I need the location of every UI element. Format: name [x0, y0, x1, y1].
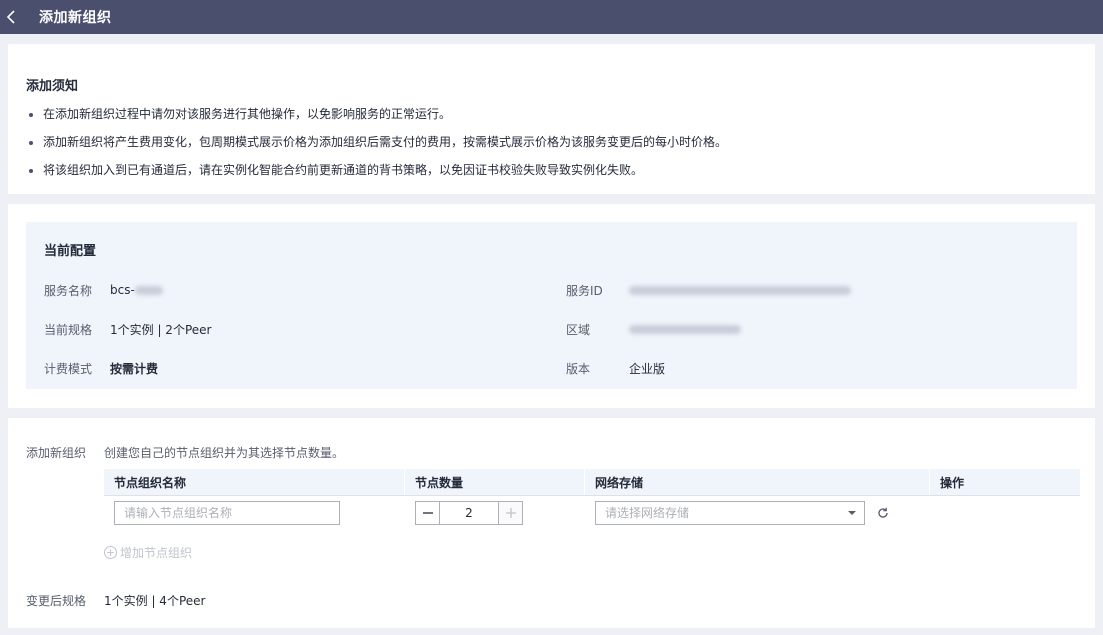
service-id-value-redacted	[629, 285, 851, 295]
refresh-button[interactable]	[876, 506, 890, 520]
region-value-redacted	[629, 324, 741, 334]
plus-circle-icon: +	[104, 546, 117, 559]
col-actions: 操作	[940, 475, 965, 490]
notice-title: 添加须知	[26, 79, 79, 94]
config-panel: 当前配置 服务名称 bcs- 服务ID 当前规格 1个实例 | 2个Peer 区…	[8, 204, 1095, 408]
back-button[interactable]	[0, 0, 22, 34]
service-id-label: 服务ID	[566, 283, 603, 298]
table-row: 2 请选择网络存储	[104, 495, 1080, 529]
after-spec-value: 1个实例 | 4个Peer	[104, 594, 206, 608]
org-name-input[interactable]	[114, 500, 340, 525]
version-value: 企业版	[629, 361, 666, 376]
version-field: 版本 企业版	[566, 360, 665, 377]
notice-item: 在添加新组织过程中请勿对该服务进行其他操作，以免影响服务的正常运行。	[26, 107, 1077, 122]
org-name-cell	[104, 496, 405, 530]
storage-select-placeholder: 请选择网络存储	[605, 506, 690, 520]
storage-cell: 请选择网络存储	[585, 496, 930, 530]
table-header: 节点组织名称 节点数量 网络存储 操作	[104, 469, 1080, 495]
page-title: 添加新组织	[39, 10, 112, 26]
config-row-service: 服务名称 bcs- 服务ID	[44, 282, 1077, 298]
decrement-button[interactable]	[416, 501, 440, 524]
billing-value: 按需计费	[110, 361, 159, 376]
plus-icon	[505, 507, 516, 518]
chevron-down-icon	[848, 510, 856, 515]
col-node-count: 节点数量	[405, 469, 585, 495]
back-icon	[6, 10, 15, 24]
redacted-text	[134, 286, 163, 295]
storage-select[interactable]: 请选择网络存储	[595, 500, 865, 525]
add-org-description: 创建您自己的节点组织并为其选择节点数量。	[104, 446, 345, 460]
refresh-icon	[878, 507, 888, 518]
billing-label: 计费模式	[44, 361, 93, 376]
region-field: 区域	[566, 321, 741, 338]
notice-list: 在添加新组织过程中请勿对该服务进行其他操作，以免影响服务的正常运行。 添加新组织…	[26, 107, 1077, 178]
minus-icon	[422, 511, 433, 514]
actions-cell	[930, 496, 1080, 530]
service-name-value: bcs-	[110, 283, 163, 297]
spec-value: 1个实例 | 2个Peer	[110, 322, 212, 337]
quantity-value[interactable]: 2	[440, 502, 498, 524]
spec-label: 当前规格	[44, 322, 93, 337]
service-name-label: 服务名称	[44, 283, 93, 298]
current-config-box: 当前配置 服务名称 bcs- 服务ID 当前规格 1个实例 | 2个Peer 区…	[26, 222, 1077, 389]
notice-item: 将该组织加入到已有通道后，请在实例化智能合约前更新通道的背书策略，以免因证书校验…	[26, 163, 1077, 178]
node-count-cell: 2	[405, 496, 585, 530]
notice-panel: 添加须知 在添加新组织过程中请勿对该服务进行其他操作，以免影响服务的正常运行。 …	[8, 44, 1095, 194]
col-storage: 网络存储	[585, 469, 930, 495]
config-row-spec: 当前规格 1个实例 | 2个Peer 区域	[44, 321, 1077, 337]
add-node-group-button[interactable]: + 增加节点组织	[104, 544, 192, 561]
config-row-billing: 计费模式 按需计费 版本 企业版	[44, 360, 1077, 376]
add-org-label: 添加新组织	[26, 446, 87, 460]
top-bar: 添加新组织	[0, 0, 1103, 34]
config-title: 当前配置	[44, 244, 97, 259]
notice-item: 添加新组织将产生费用变化，包周期模式展示价格为添加组织后需支付的费用，按需模式展…	[26, 135, 1077, 150]
increment-button[interactable]	[498, 501, 522, 524]
add-org-panel: 添加新组织 创建您自己的节点组织并为其选择节点数量。 节点组织名称 节点数量 网…	[8, 418, 1095, 628]
quantity-stepper: 2	[415, 500, 523, 525]
col-org-name: 节点组织名称	[104, 469, 405, 495]
region-label: 区域	[566, 322, 591, 337]
node-org-table: 节点组织名称 节点数量 网络存储 操作 2	[104, 469, 1080, 529]
service-id-field: 服务ID	[566, 282, 851, 299]
version-label: 版本	[566, 361, 591, 376]
add-node-group-label: 增加节点组织	[120, 546, 193, 560]
after-spec-label: 变更后规格	[26, 594, 87, 608]
